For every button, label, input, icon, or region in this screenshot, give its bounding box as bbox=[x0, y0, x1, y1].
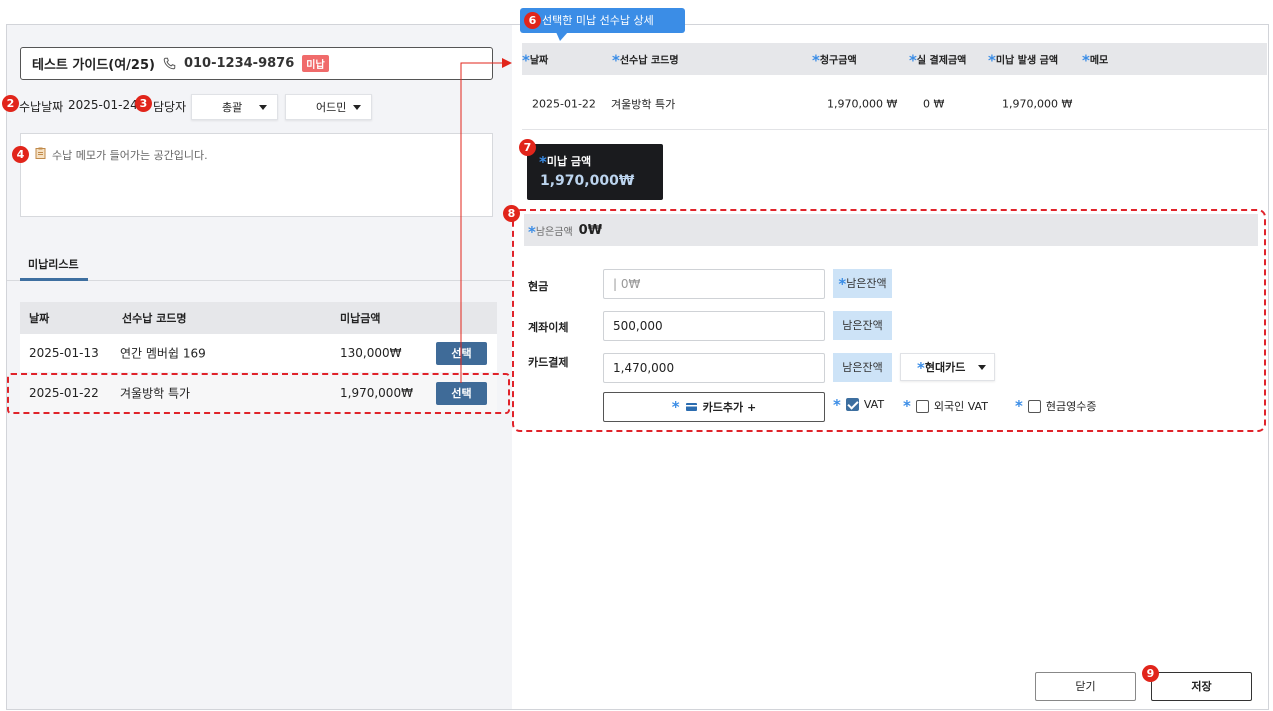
detail-date: 2025-01-22 bbox=[532, 97, 596, 110]
unpaid-amount-card: *미납 금액 1,970,000₩ bbox=[527, 144, 663, 200]
transfer-input[interactable]: 500,000 bbox=[603, 311, 825, 341]
marker-9: 9 bbox=[1142, 665, 1159, 682]
required-star-icon: * bbox=[528, 222, 536, 241]
vat-label: VAT bbox=[863, 398, 885, 411]
required-star-icon: * bbox=[671, 398, 680, 416]
required-star-icon: * bbox=[812, 51, 820, 70]
unpaid-amount-value: 1,970,000₩ bbox=[540, 173, 635, 189]
detail-row: 2025-01-22 겨울방학 특가 1,970,000 ₩ 0 ₩ 1,970… bbox=[522, 78, 1267, 130]
close-button[interactable]: 닫기 bbox=[1035, 672, 1136, 701]
remaining-amount-bar: *남은금액 0₩ bbox=[524, 214, 1258, 246]
remaining-label: *남은금액 bbox=[528, 222, 573, 241]
card-label: 카드결제 bbox=[528, 356, 569, 369]
detail-col-memo: *메모 bbox=[1082, 51, 1109, 70]
marker-7: 7 bbox=[519, 139, 536, 156]
foreigner-vat-label: 외국인 VAT bbox=[933, 400, 988, 413]
cash-input[interactable]: | 0₩ bbox=[603, 269, 825, 299]
required-star-icon: * bbox=[833, 395, 841, 414]
transfer-label: 계좌이체 bbox=[528, 321, 569, 334]
remaining-value: 0₩ bbox=[578, 222, 603, 238]
required-star-icon: * bbox=[539, 153, 547, 171]
marker-8: 8 bbox=[503, 205, 520, 222]
detail-col-code: *선수납 코드명 bbox=[612, 51, 679, 70]
detail-header: *날짜 *선수납 코드명 *청구금액 *실 결제금액 *미납 발생 금액 *메모 bbox=[522, 43, 1267, 75]
required-star-icon: * bbox=[1015, 397, 1023, 415]
detail-code: 겨울방학 특가 bbox=[611, 97, 676, 111]
detail-paid: 0 ₩ bbox=[923, 97, 945, 110]
required-star-icon: * bbox=[988, 51, 996, 70]
card-type-select[interactable]: *현대카드 bbox=[900, 353, 995, 381]
tooltip-tail bbox=[556, 32, 568, 41]
cash-receipt-option[interactable]: * 현금영수증 bbox=[1015, 398, 1096, 414]
cash-receipt-checkbox[interactable] bbox=[1027, 399, 1041, 413]
transfer-remain-button[interactable]: 남은잔액 bbox=[833, 311, 892, 340]
tooltip-text: 선택한 미납 선수납 상세 bbox=[542, 14, 654, 27]
detail-col-date: *날짜 bbox=[522, 51, 549, 70]
unpaid-amount-label: *미납 금액 bbox=[539, 153, 592, 171]
detail-tooltip: 선택한 미납 선수납 상세 bbox=[520, 8, 685, 33]
detail-col-billed: *청구금액 bbox=[812, 51, 857, 70]
marker-3: 3 bbox=[135, 95, 152, 112]
save-button[interactable]: 저장 bbox=[1151, 672, 1252, 701]
marker-2: 2 bbox=[2, 95, 19, 112]
detail-col-paid: *실 결제금액 bbox=[909, 51, 967, 70]
card-remain-button[interactable]: 남은잔액 bbox=[833, 353, 892, 382]
cash-receipt-label: 현금영수증 bbox=[1045, 400, 1097, 413]
required-star-icon: * bbox=[909, 51, 917, 70]
required-star-icon: * bbox=[1082, 51, 1090, 70]
marker-4: 4 bbox=[12, 146, 29, 163]
add-card-button[interactable]: * 카드추가 + bbox=[603, 392, 825, 422]
chevron-down-icon bbox=[978, 364, 986, 370]
card-input[interactable]: 1,470,000 bbox=[603, 353, 825, 383]
cash-label: 현금 bbox=[528, 280, 549, 293]
required-star-icon: * bbox=[917, 359, 925, 377]
vat-checkbox[interactable] bbox=[845, 398, 859, 411]
foreigner-vat-checkbox[interactable] bbox=[915, 399, 929, 413]
detail-billed: 1,970,000 ₩ bbox=[827, 97, 898, 110]
marker-6: 6 bbox=[524, 12, 541, 29]
detail-col-unpaid: *미납 발생 금액 bbox=[988, 51, 1059, 70]
required-star-icon: * bbox=[838, 275, 847, 293]
credit-card-icon bbox=[685, 403, 697, 411]
required-star-icon: * bbox=[903, 397, 911, 415]
vat-option[interactable]: * VAT bbox=[833, 395, 885, 414]
required-star-icon: * bbox=[612, 51, 620, 70]
required-star-icon: * bbox=[522, 51, 530, 70]
detail-unpaid: 1,970,000 ₩ bbox=[1002, 97, 1073, 110]
foreigner-vat-option[interactable]: * 외국인 VAT bbox=[903, 398, 988, 414]
cash-remain-button[interactable]: *남은잔액 bbox=[833, 269, 892, 298]
add-card-label: 카드추가 + bbox=[702, 401, 757, 414]
card-type-value: *현대카드 bbox=[917, 359, 966, 377]
